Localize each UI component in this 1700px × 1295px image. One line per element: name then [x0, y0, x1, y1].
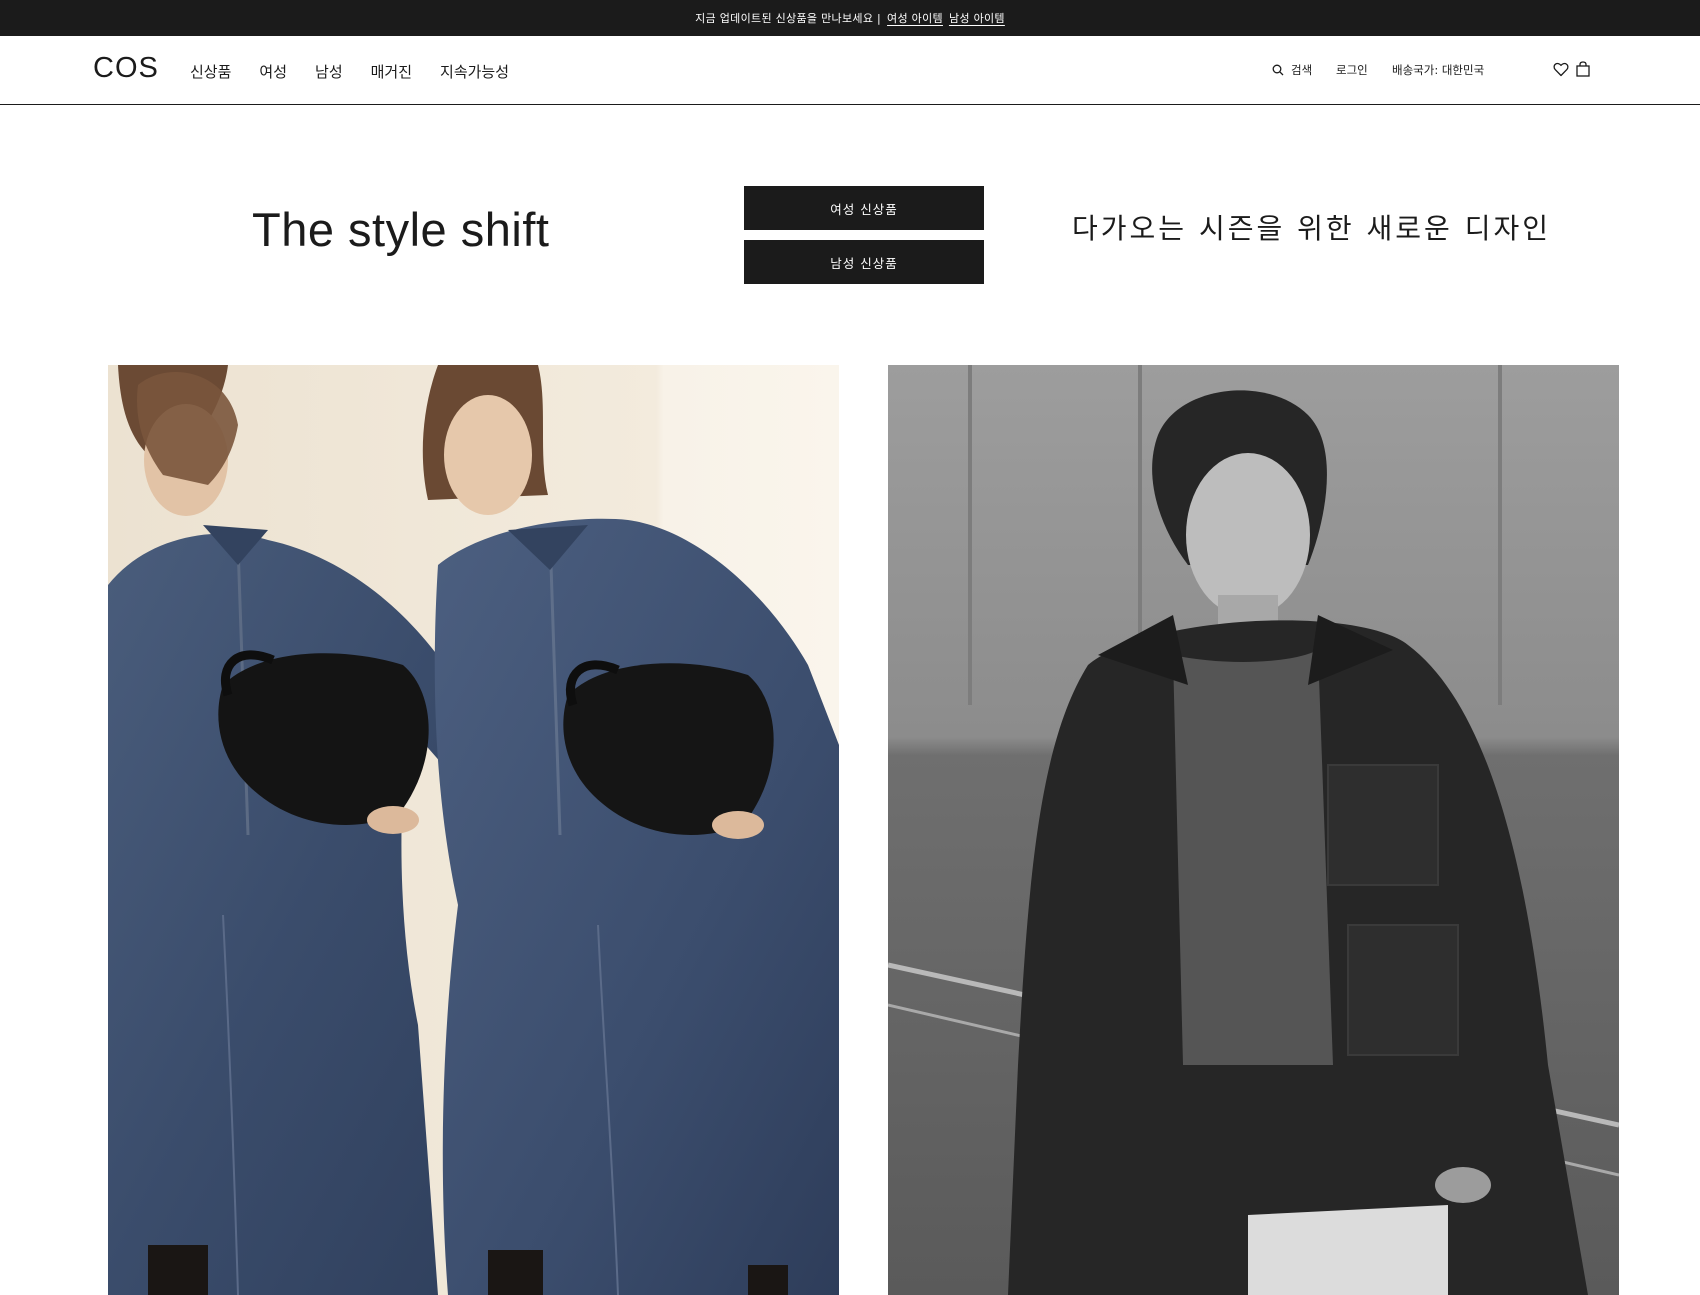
- search-icon: [1272, 64, 1284, 76]
- wishlist-button[interactable]: [1552, 60, 1570, 78]
- bag-icon: [1576, 61, 1590, 77]
- hero-subtitle: 다가오는 시즌을 위한 새로운 디자인: [1072, 212, 1552, 245]
- nav-item-sustainability[interactable]: 지속가능성: [440, 61, 509, 82]
- search-label: 검색: [1291, 63, 1313, 77]
- login-label: 로그인: [1336, 63, 1368, 77]
- announcement-text: 지금 업데이트된 신상품을 만나보세요 |: [695, 12, 882, 25]
- women-new-arrivals-button[interactable]: 여성 신상품: [744, 186, 984, 230]
- nav-item-new[interactable]: 신상품: [190, 61, 231, 82]
- nav-item-magazine[interactable]: 매거진: [371, 61, 412, 82]
- cos-logo[interactable]: COS: [93, 54, 159, 83]
- country-selector[interactable]: 배송국가: 대한민국: [1392, 62, 1484, 78]
- search-button[interactable]: 검색: [1272, 62, 1312, 78]
- nav-item-men[interactable]: 남성: [315, 61, 343, 82]
- bag-button[interactable]: [1574, 60, 1592, 78]
- men-campaign-image[interactable]: [888, 365, 1619, 1295]
- nav-item-women[interactable]: 여성: [259, 61, 287, 82]
- site-header: COS 신상품 여성 남성 매거진 지속가능성 검색 로그인 배송국가: 대한민…: [0, 36, 1700, 105]
- main-nav: 신상품 여성 남성 매거진 지속가능성: [190, 61, 537, 82]
- announcement-men-link[interactable]: 남성 아이템: [949, 10, 1005, 26]
- country-label: 배송국가: 대한민국: [1392, 63, 1485, 77]
- men-new-arrivals-button[interactable]: 남성 신상품: [744, 240, 984, 284]
- announcement-bar: 지금 업데이트된 신상품을 만나보세요 | 여성 아이템 남성 아이템: [0, 0, 1700, 36]
- announcement-women-link[interactable]: 여성 아이템: [887, 10, 943, 26]
- women-campaign-image[interactable]: [108, 365, 839, 1295]
- hero-title: The style shift: [252, 203, 550, 256]
- heart-icon: [1553, 62, 1569, 76]
- login-link[interactable]: 로그인: [1336, 62, 1368, 78]
